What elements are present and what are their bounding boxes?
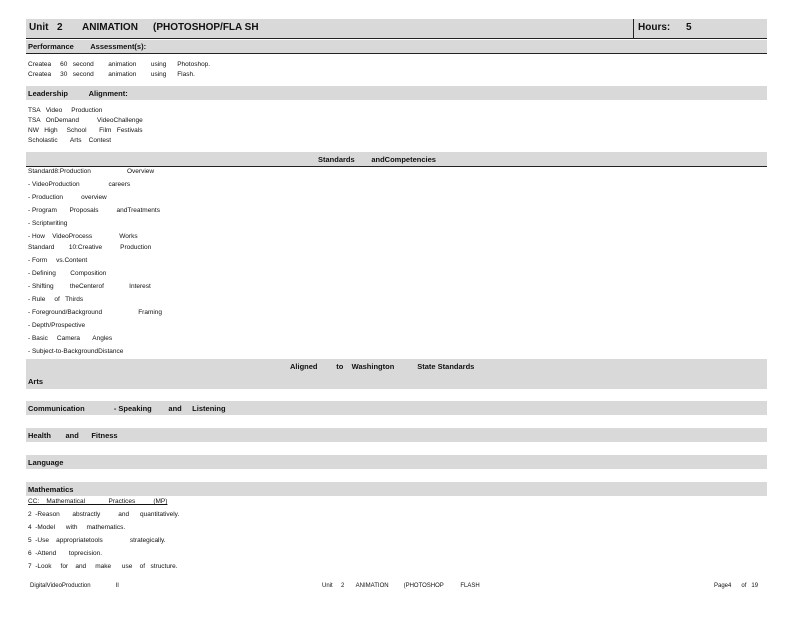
mathematics-label: Mathematics [28, 485, 74, 494]
unit-label: Unit [29, 22, 49, 33]
unit-number: 2 [57, 22, 63, 33]
footer-right: Page4 of 19 [714, 583, 759, 589]
standards-underline [26, 166, 767, 167]
standards-item: - VideoProduction careers [28, 181, 131, 188]
standards-heading: Standards andCompetencies [318, 155, 436, 164]
math-item: 2 -Reason abstractly and quantitatively. [28, 511, 180, 518]
performance-item: Createa 30 second animation using Flash. [28, 71, 195, 78]
standards-item: - Production overview [28, 194, 107, 201]
language-bar [26, 455, 767, 469]
math-item: 5 -Use appropriatetools strategically. [28, 537, 166, 544]
leadership-heading: Leadership Alignment: [28, 89, 128, 98]
hours-label: Hours: [638, 22, 671, 33]
standards-item: - Rule of Thirds [28, 296, 84, 303]
mathematics-bar [26, 482, 767, 496]
communication-label: Communication - Speaking and Listening [28, 404, 226, 413]
standards-item: - Program Proposals andTreatments [28, 207, 160, 214]
washington-heading: Aligned to Washington State Standards [290, 362, 475, 371]
footer-center: Unit 2 ANIMATION (PHOTOSHOP FLASH [322, 583, 480, 589]
language-label: Language [28, 458, 64, 467]
unit-subtitle: (PHOTOSHOP/FLA SH [153, 22, 259, 33]
standards-item: - Basic Camera Angles [28, 335, 113, 342]
standards-item: Standard 10:Creative Production [28, 244, 152, 251]
standards-item: Standard8:Production Overview [28, 168, 155, 175]
performance-heading: Performance Assessment(s): [28, 42, 147, 51]
math-item: 6 -Attend toprecision. [28, 550, 103, 557]
standards-item: - Defining Composition [28, 270, 107, 277]
header-divider [633, 19, 634, 38]
standards-item: - Depth/Prospective [28, 322, 86, 329]
standards-item: - Shifting theCenterof Interest [28, 283, 151, 290]
leadership-bar [26, 86, 767, 100]
standards-item: - Subject-to-BackgroundDistance [28, 348, 124, 355]
health-label: Health and Fitness [28, 431, 118, 440]
leadership-item: Scholastic Arts Contest [28, 137, 112, 144]
header-underline [26, 38, 767, 39]
footer-left: DigitalVideoProduction II [30, 583, 119, 589]
standards-item: - Foreground/Background Framing [28, 309, 163, 316]
unit-title: ANIMATION [82, 22, 138, 33]
standards-item: - How VideoProcess Works [28, 233, 138, 240]
math-practices-heading: CC: Mathematical Practices (MP) [28, 498, 168, 505]
standards-item: - Form vs.Content [28, 257, 88, 264]
performance-underline [26, 53, 767, 54]
math-item: 4 -Model with mathematics. [28, 524, 126, 531]
arts-label: Arts [28, 377, 44, 386]
health-bar [26, 428, 767, 442]
hours-value: 5 [686, 22, 692, 33]
standards-item: - Scriptwriting [28, 220, 68, 227]
math-item: 7 -Look for and make use of structure. [28, 563, 178, 570]
